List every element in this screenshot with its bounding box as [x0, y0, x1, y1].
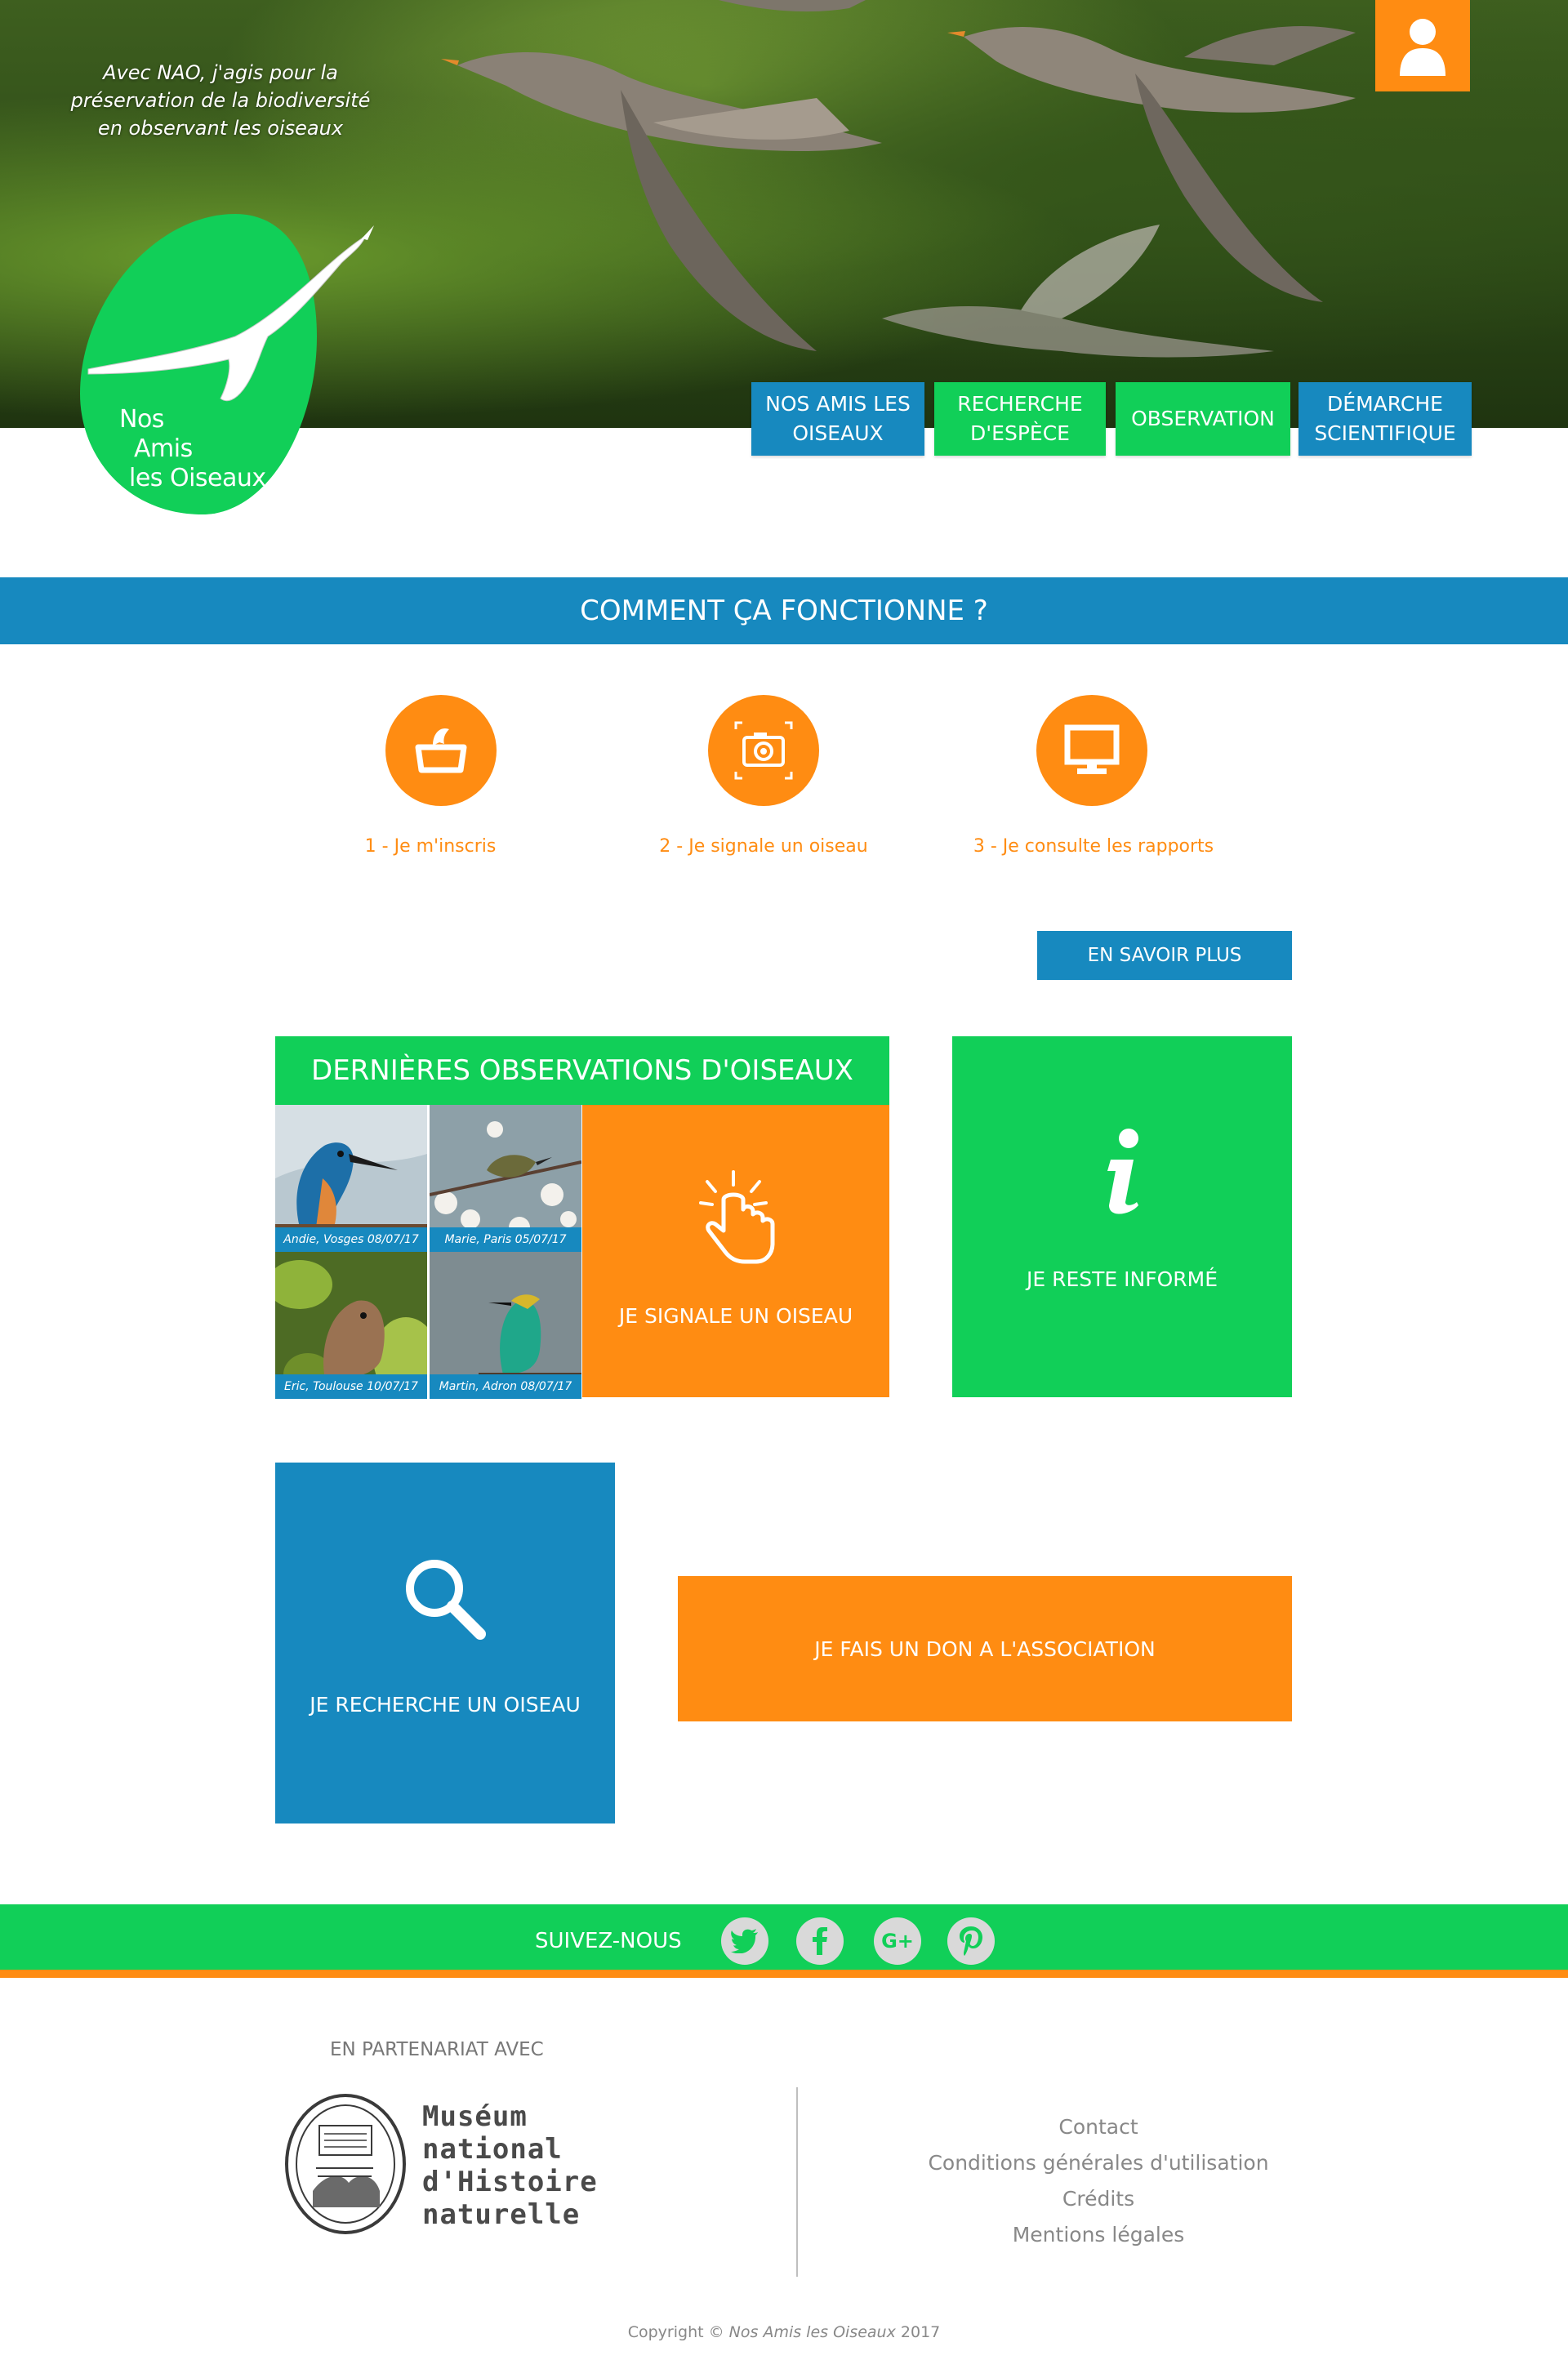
donate-label: JE FAIS UN DON A L'ASSOCIATION [814, 1636, 1156, 1661]
observation-caption: Andie, Vosges 08/07/17 [275, 1227, 427, 1252]
nav-label: OBSERVATION [1131, 407, 1275, 430]
footer-divider [796, 2087, 798, 2277]
step-signup-label: 1 - Je m'inscris [364, 836, 497, 857]
museum-name: Muséum national d'Histoire naturelle [422, 2100, 598, 2231]
museum-line: Muséum [422, 2100, 528, 2133]
signup-icon [415, 728, 467, 773]
search-bird-tile[interactable]: JE RECHERCHE UN OISEAU [275, 1463, 615, 1824]
monitor-icon [1064, 724, 1120, 774]
google-plus-glyph: G+ [881, 1930, 914, 1953]
copyright-year: 2017 [900, 2323, 941, 2341]
pinterest-glyph [960, 1926, 982, 1956]
observation-caption: Martin, Adron 08/07/17 [430, 1374, 581, 1399]
learn-more-label: EN SAVOIR PLUS [1087, 945, 1242, 966]
step-report-circle[interactable] [708, 695, 819, 806]
museum-line: national [422, 2133, 563, 2166]
nav-label: NOS AMIS LES OISEAUX [765, 392, 911, 445]
nav-demarche-scientifique[interactable]: DÉMARCHE SCIENTIFIQUE [1298, 382, 1472, 456]
footer-link-credits[interactable]: Crédits [866, 2187, 1331, 2211]
nav-nos-amis-les-oiseaux[interactable]: NOS AMIS LES OISEAUX [751, 382, 924, 456]
camera-icon [734, 721, 793, 780]
user-account-button[interactable] [1375, 0, 1470, 91]
step-reports-circle[interactable] [1036, 695, 1147, 806]
learn-more-button[interactable]: EN SAVOIR PLUS [1037, 931, 1292, 980]
search-icon [406, 1559, 486, 1640]
info-icon [1107, 1128, 1138, 1214]
footer-link-legal[interactable]: Mentions légales [866, 2223, 1331, 2247]
twitter-icon[interactable] [721, 1917, 768, 1965]
nav-label: RECHERCHE D'ESPÈCE [957, 392, 1083, 445]
observation-thumb-3[interactable]: Eric, Toulouse 10/07/17 [275, 1252, 427, 1399]
copyright: Copyright © Nos Amis les Oiseaux 2017 [0, 2323, 1568, 2341]
logo-text-les-oiseaux: les Oiseaux [129, 464, 266, 492]
twitter-glyph [731, 1929, 758, 1953]
donate-tile[interactable]: JE FAIS UN DON A L'ASSOCIATION [678, 1576, 1292, 1721]
hero-tagline: Avec NAO, j'agis pour la préservation de… [70, 61, 371, 140]
museum-line: naturelle [422, 2198, 581, 2231]
logo-text-nos: Nos [119, 405, 164, 434]
observation-thumb-2[interactable]: Marie, Paris 05/07/17 [430, 1105, 581, 1252]
latest-observations-heading: DERNIÈRES OBSERVATIONS D'OISEAUX [275, 1036, 889, 1105]
google-plus-icon[interactable]: G+ [874, 1917, 921, 1965]
stay-informed-label: JE RESTE INFORMÉ [1026, 1267, 1218, 1291]
copyright-name: Nos Amis les Oiseaux [728, 2323, 896, 2341]
logo-text-amis: Amis [134, 434, 193, 463]
step-signup-circle[interactable] [385, 695, 497, 806]
museum-seal-logo[interactable] [283, 2093, 408, 2235]
nav-observation[interactable]: OBSERVATION [1116, 382, 1290, 456]
nav-label: DÉMARCHE SCIENTIFIQUE [1314, 392, 1456, 445]
nav-recherche-espece[interactable]: RECHERCHE D'ESPÈCE [934, 382, 1106, 456]
footer-link-terms[interactable]: Conditions générales d'utilisation [866, 2151, 1331, 2175]
facebook-icon[interactable] [796, 1917, 844, 1965]
follow-us-label: SUIVEZ-NOUS [535, 1929, 682, 1953]
search-bird-label: JE RECHERCHE UN OISEAU [310, 1692, 581, 1717]
footer-link-contact[interactable]: Contact [866, 2115, 1331, 2139]
stay-informed-tile[interactable]: JE RESTE INFORMÉ [952, 1036, 1292, 1397]
section-title: COMMENT ÇA FONCTIONNE ? [580, 594, 988, 627]
observation-thumb-4[interactable]: Martin, Adron 08/07/17 [430, 1252, 581, 1399]
how-it-works-heading: COMMENT ÇA FONCTIONNE ? [0, 577, 1568, 644]
observations-title: DERNIÈRES OBSERVATIONS D'OISEAUX [311, 1054, 853, 1087]
partner-label: EN PARTENARIAT AVEC [330, 2039, 544, 2060]
touch-hand-icon [699, 1169, 775, 1263]
observation-caption: Eric, Toulouse 10/07/17 [275, 1374, 427, 1399]
report-bird-tile[interactable]: JE SIGNALE UN OISEAU [582, 1105, 889, 1397]
report-bird-label: JE SIGNALE UN OISEAU [618, 1303, 853, 1328]
user-icon [1400, 19, 1446, 76]
museum-line: d'Histoire [422, 2166, 598, 2198]
step-report-label: 2 - Je signale un oiseau [659, 836, 868, 857]
observation-thumb-1[interactable]: Andie, Vosges 08/07/17 [275, 1105, 427, 1252]
pinterest-icon[interactable] [947, 1917, 995, 1965]
copyright-prefix: Copyright © [627, 2323, 724, 2341]
facebook-glyph [813, 1927, 827, 1955]
follow-us-bar: SUIVEZ-NOUS G+ [0, 1904, 1568, 1978]
observation-caption: Marie, Paris 05/07/17 [430, 1227, 581, 1252]
step-reports-label: 3 - Je consulte les rapports [973, 836, 1214, 857]
